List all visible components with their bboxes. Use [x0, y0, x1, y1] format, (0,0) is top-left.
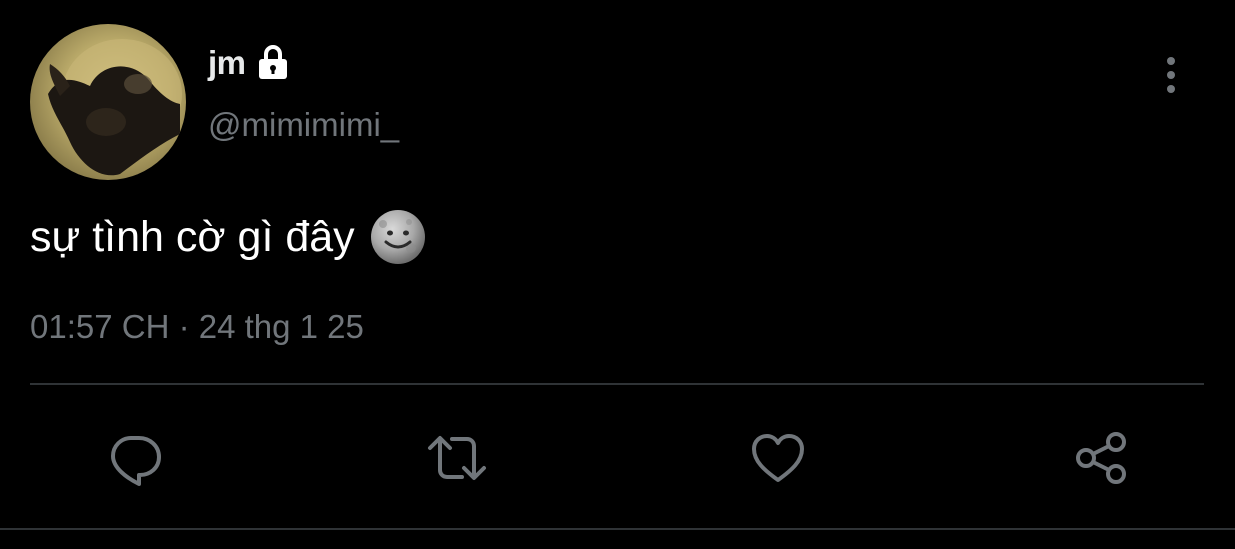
smiling-moon-face-icon: [369, 208, 427, 266]
share-icon: [1076, 432, 1126, 484]
avatar[interactable]: [30, 24, 186, 180]
tweet-text: sự tình cờ gì đây: [30, 212, 355, 261]
tweet-body: sự tình cờ gì đây: [30, 208, 427, 266]
divider: [0, 528, 1235, 530]
reply-button[interactable]: [97, 420, 173, 496]
like-button[interactable]: [740, 420, 816, 496]
display-name[interactable]: jm: [208, 44, 246, 82]
more-vertical-icon[interactable]: [1156, 54, 1186, 98]
author-name-row[interactable]: jm: [208, 44, 292, 82]
author-handle[interactable]: @mimimimi_: [208, 106, 399, 144]
divider: [30, 383, 1204, 385]
heart-icon: [752, 434, 804, 482]
share-button[interactable]: [1062, 420, 1138, 496]
avatar-photo: [48, 39, 182, 176]
lock-icon: [254, 44, 292, 82]
tweet-action-bar: [0, 420, 1235, 496]
reply-icon: [111, 436, 161, 486]
tweet-timestamp[interactable]: 01:57 CH · 24 thg 1 25: [30, 308, 364, 346]
retweet-button[interactable]: [419, 420, 495, 496]
retweet-icon: [428, 436, 486, 480]
